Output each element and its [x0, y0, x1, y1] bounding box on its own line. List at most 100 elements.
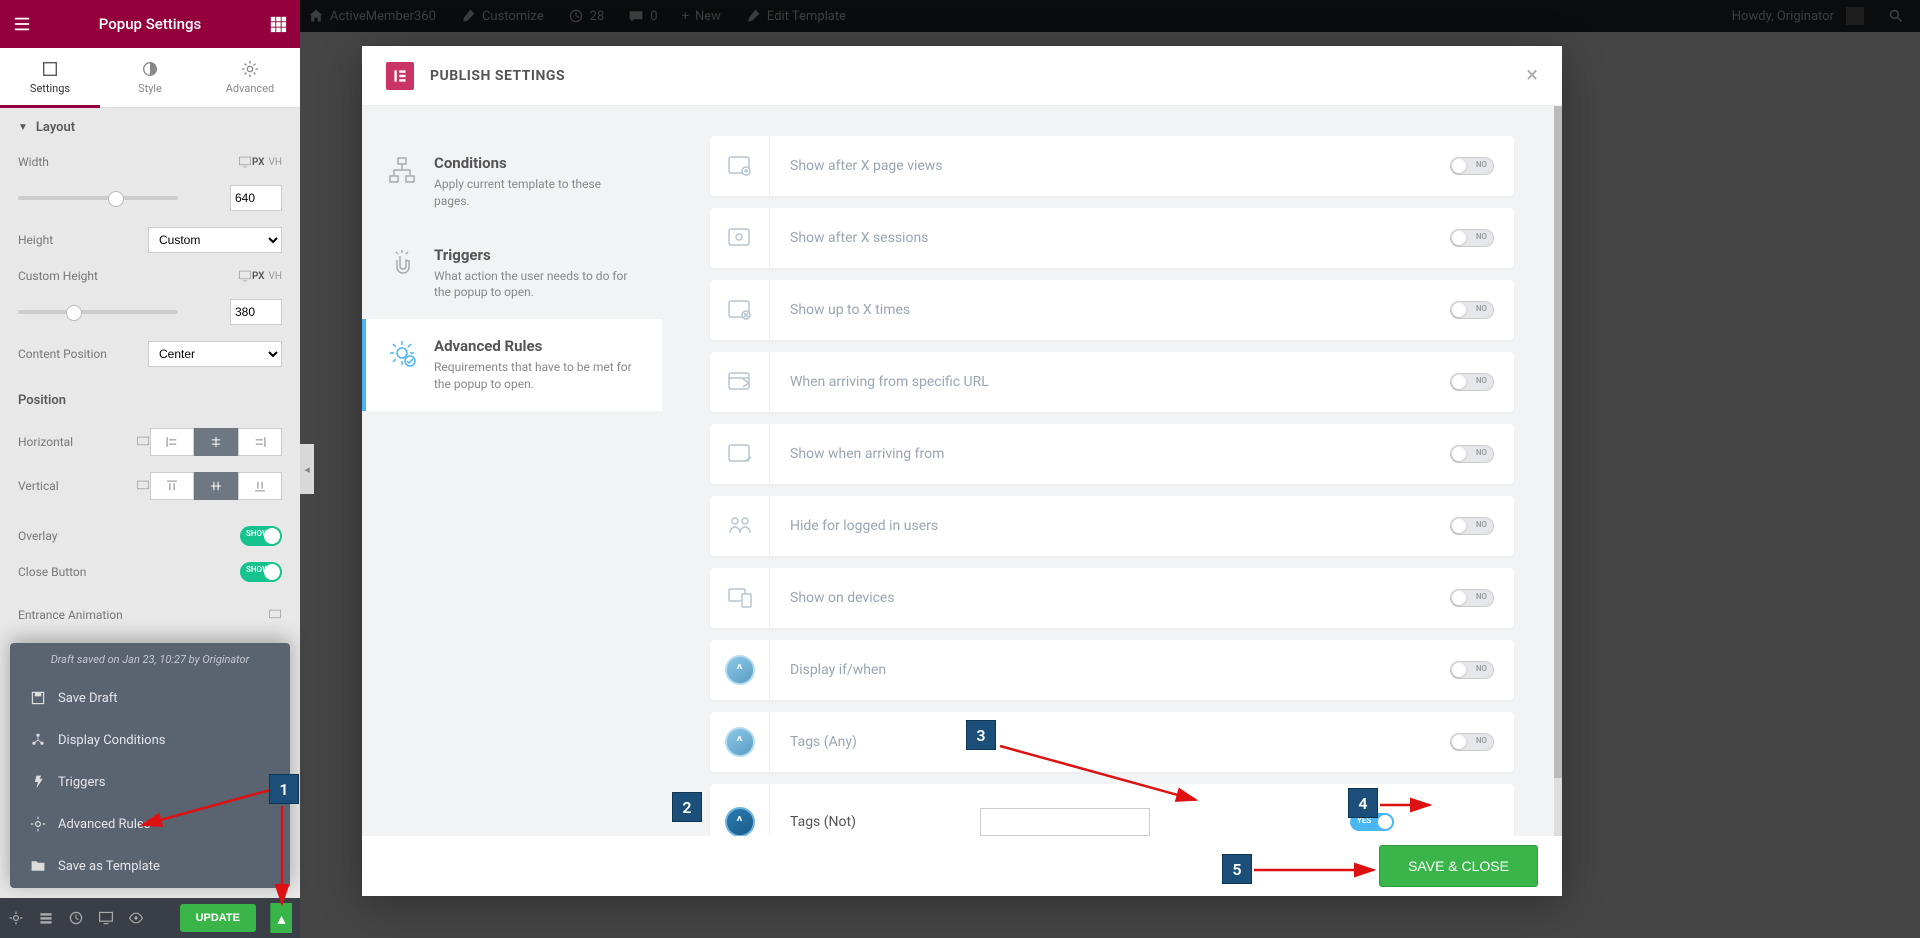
- modal-footer: SAVE & CLOSE: [362, 836, 1562, 896]
- save-close-label: SAVE & CLOSE: [1408, 858, 1509, 874]
- sessions-toggle[interactable]: NO: [1450, 229, 1494, 247]
- desktop-icon[interactable]: [238, 155, 252, 169]
- rule-url: When arriving from specific URL NO: [710, 352, 1514, 412]
- tab-advanced-label: Advanced: [226, 82, 274, 95]
- custom-height-slider[interactable]: [18, 310, 178, 314]
- modal-content: Show after X page views NO Show after X …: [662, 106, 1562, 836]
- display-conditions-label: Display Conditions: [58, 733, 165, 748]
- unit-vh[interactable]: VH: [268, 157, 282, 168]
- custom-height-input[interactable]: [230, 299, 282, 325]
- modal-title: PUBLISH SETTINGS: [430, 68, 565, 84]
- tab-settings[interactable]: Settings: [0, 48, 100, 107]
- navigator-icon[interactable]: [38, 910, 54, 926]
- url-toggle[interactable]: NO: [1450, 373, 1494, 391]
- align-center[interactable]: [194, 428, 238, 456]
- desktop-icon[interactable]: [268, 608, 282, 622]
- modal-sidebar: ConditionsApply current template to thes…: [362, 106, 662, 836]
- arriving-from-icon: [710, 424, 770, 484]
- arriving-from-label: Show when arriving from: [770, 446, 1430, 462]
- width-input[interactable]: [230, 185, 282, 211]
- close-icon[interactable]: ×: [1526, 63, 1538, 88]
- sessions-icon: [710, 208, 770, 268]
- desktop-icon[interactable]: [136, 479, 150, 493]
- content-position-select[interactable]: Center: [148, 341, 282, 367]
- close-button-toggle[interactable]: SHOW: [240, 562, 282, 582]
- tab-advanced[interactable]: Advanced: [200, 48, 300, 107]
- overlay-toggle[interactable]: SHOW: [240, 526, 282, 546]
- tags-not-input[interactable]: [980, 808, 1150, 836]
- devices-label: Show on devices: [770, 590, 1430, 606]
- height-row: Height Custom: [0, 219, 300, 261]
- arriving-from-toggle[interactable]: NO: [1450, 445, 1494, 463]
- save-template-label: Save as Template: [58, 859, 160, 874]
- overlay-row: Overlay SHOW: [0, 508, 300, 554]
- align-left[interactable]: [150, 428, 194, 456]
- tags-any-toggle[interactable]: NO: [1450, 733, 1494, 751]
- width-row: Width PXVH: [0, 147, 300, 177]
- panel-tabs: Settings Style Advanced: [0, 48, 300, 108]
- height-select[interactable]: Custom: [148, 227, 282, 253]
- display-if-toggle[interactable]: NO: [1450, 661, 1494, 679]
- panel-header: Popup Settings: [0, 0, 300, 48]
- tab-style[interactable]: Style: [100, 48, 200, 107]
- preview-icon[interactable]: [128, 910, 144, 926]
- horizontal-row: Horizontal: [0, 420, 300, 464]
- custom-height-label: Custom Height: [18, 269, 238, 283]
- layout-section-toggle[interactable]: ▼Layout: [0, 108, 300, 147]
- align-middle[interactable]: [194, 472, 238, 500]
- unit-vh[interactable]: VH: [268, 271, 282, 282]
- responsive-icon[interactable]: [98, 910, 114, 926]
- display-if-label: Display if/when: [770, 662, 1430, 678]
- close-button-row: Close Button SHOW: [0, 554, 300, 590]
- width-slider[interactable]: [18, 196, 178, 200]
- sidebar-item-advanced-rules[interactable]: Advanced RulesRequirements that have to …: [362, 319, 662, 411]
- update-options-menu: Draft saved on Jan 23, 10:27 by Originat…: [10, 643, 290, 888]
- publish-settings-modal: PUBLISH SETTINGS × ConditionsApply curre…: [362, 46, 1562, 896]
- unit-px[interactable]: PX: [252, 157, 265, 168]
- history-icon[interactable]: [68, 910, 84, 926]
- update-label: UPDATE: [196, 912, 240, 924]
- rule-devices: Show on devices NO: [710, 568, 1514, 628]
- arrow-1b: [270, 804, 294, 914]
- panel-footer: UPDATE ▴: [0, 898, 300, 938]
- times-toggle[interactable]: NO: [1450, 301, 1494, 319]
- display-if-icon: ^: [710, 640, 770, 700]
- devices-toggle[interactable]: NO: [1450, 589, 1494, 607]
- sidebar-item-triggers[interactable]: TriggersWhat action the user needs to do…: [362, 228, 662, 320]
- display-conditions-item[interactable]: Display Conditions: [14, 720, 286, 760]
- content-position-row: Content Position Center: [0, 333, 300, 375]
- times-icon: [710, 280, 770, 340]
- unit-px[interactable]: PX: [252, 271, 265, 282]
- save-close-button[interactable]: SAVE & CLOSE: [1379, 845, 1538, 887]
- desktop-icon[interactable]: [136, 435, 150, 449]
- draft-caption: Draft saved on Jan 23, 10:27 by Originat…: [10, 643, 290, 676]
- update-button[interactable]: UPDATE: [180, 904, 256, 932]
- elementor-logo: [386, 62, 414, 90]
- panel-collapse-toggle[interactable]: ◂: [300, 444, 314, 494]
- annotation-5: 5: [1222, 854, 1252, 884]
- page-views-toggle[interactable]: NO: [1450, 157, 1494, 175]
- vertical-row: Vertical: [0, 464, 300, 508]
- conditions-title: Conditions: [434, 154, 638, 172]
- align-bottom[interactable]: [238, 472, 282, 500]
- tags-not-icon: ^: [710, 784, 770, 836]
- sidebar-item-conditions[interactable]: ConditionsApply current template to thes…: [362, 136, 662, 228]
- save-draft-item[interactable]: Save Draft: [14, 678, 286, 718]
- url-label: When arriving from specific URL: [770, 374, 1430, 390]
- widgets-icon[interactable]: [268, 14, 288, 34]
- arrow-1: [130, 785, 282, 835]
- entrance-anim-label: Entrance Animation: [18, 608, 268, 622]
- menu-icon[interactable]: [12, 14, 32, 34]
- align-right[interactable]: [238, 428, 282, 456]
- align-top[interactable]: [150, 472, 194, 500]
- scrollbar[interactable]: [1554, 106, 1562, 836]
- save-draft-label: Save Draft: [58, 691, 118, 706]
- arrow-5: [1252, 862, 1382, 878]
- overlay-label: Overlay: [18, 529, 240, 543]
- save-template-item[interactable]: Save as Template: [14, 846, 286, 886]
- tab-style-label: Style: [138, 82, 162, 95]
- settings-icon[interactable]: [8, 910, 24, 926]
- logged-in-toggle[interactable]: NO: [1450, 517, 1494, 535]
- desktop-icon[interactable]: [238, 269, 252, 283]
- annotation-4: 4: [1348, 788, 1378, 818]
